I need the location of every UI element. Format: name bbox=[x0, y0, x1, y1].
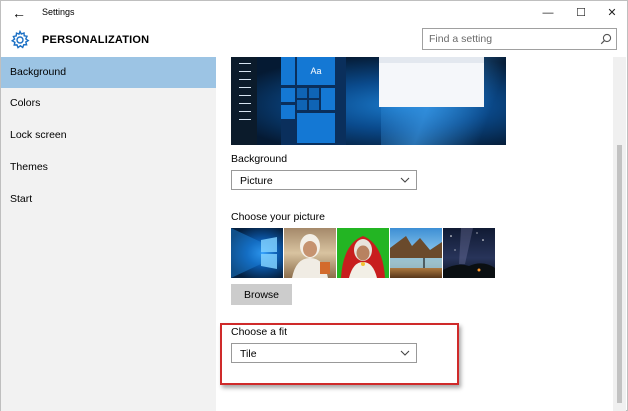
window-title: Settings bbox=[42, 7, 75, 17]
picture-thumbnail-windows[interactable] bbox=[231, 228, 283, 278]
background-preview: Aa bbox=[231, 57, 506, 145]
chevron-down-icon bbox=[400, 177, 410, 183]
sidebar-item-themes[interactable]: Themes bbox=[1, 152, 216, 183]
picture-thumbnail-beach[interactable] bbox=[390, 228, 442, 278]
background-dropdown-value: Picture bbox=[240, 175, 273, 187]
close-button[interactable]: ✕ bbox=[597, 3, 627, 23]
browse-button[interactable]: Browse bbox=[231, 284, 292, 305]
picture-thumbnail-night-sky[interactable] bbox=[443, 228, 495, 278]
search-icon[interactable] bbox=[600, 33, 612, 45]
scrollbar-thumb[interactable] bbox=[617, 145, 622, 403]
title-bar: ← Settings — ☐ ✕ bbox=[1, 1, 627, 25]
search-input[interactable] bbox=[429, 32, 589, 46]
sidebar-item-lock-screen[interactable]: Lock screen bbox=[1, 120, 216, 151]
settings-window: ← Settings — ☐ ✕ PERSONALIZATION Backgro… bbox=[0, 0, 628, 411]
search-box[interactable] bbox=[422, 28, 617, 50]
maximize-button[interactable]: ☐ bbox=[566, 3, 596, 23]
choose-picture-label: Choose your picture bbox=[231, 211, 325, 223]
gear-icon bbox=[10, 30, 30, 49]
sidebar-item-start[interactable]: Start bbox=[1, 184, 216, 215]
sidebar: Background Colors Lock screen Themes Sta… bbox=[1, 57, 216, 411]
settings-header: PERSONALIZATION bbox=[1, 25, 627, 57]
preview-start-rail bbox=[231, 57, 257, 145]
preview-app-window bbox=[379, 57, 484, 107]
picture-thumbnail-green-portrait[interactable] bbox=[337, 228, 389, 278]
fit-dropdown[interactable]: Tile bbox=[231, 343, 417, 363]
content-pane: Aa Background Picture Choose your pictur… bbox=[216, 57, 613, 411]
background-label: Background bbox=[231, 153, 288, 165]
picture-thumbnail-portrait[interactable] bbox=[284, 228, 336, 278]
back-arrow-icon[interactable]: ← bbox=[7, 4, 31, 22]
sidebar-item-colors[interactable]: Colors bbox=[1, 88, 216, 119]
page-title: PERSONALIZATION bbox=[42, 34, 150, 46]
choose-fit-label: Choose a fit bbox=[231, 326, 288, 338]
sidebar-item-background[interactable]: Background bbox=[1, 57, 216, 88]
chevron-down-icon bbox=[400, 350, 410, 356]
minimize-button[interactable]: — bbox=[533, 3, 563, 23]
vertical-scrollbar[interactable] bbox=[613, 57, 626, 411]
background-dropdown[interactable]: Picture bbox=[231, 170, 417, 190]
fit-dropdown-value: Tile bbox=[240, 348, 257, 360]
preview-tile-aa: Aa bbox=[297, 57, 335, 85]
